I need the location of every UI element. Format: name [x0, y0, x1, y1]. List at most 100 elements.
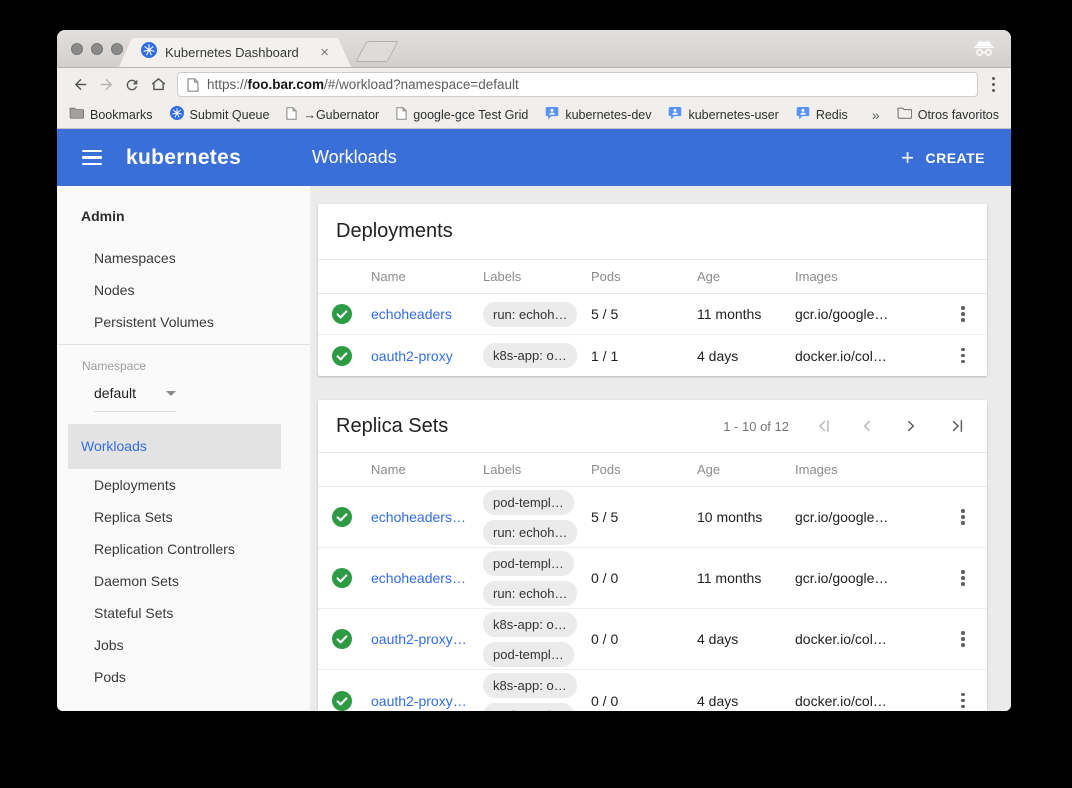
replica-sets-card: Replica Sets 1 - 10 of 12 [318, 400, 987, 711]
forward-icon[interactable] [93, 76, 119, 93]
bookmark-test-grid[interactable]: google-gce Test Grid [396, 107, 528, 123]
replica-set-name-link[interactable]: oauth2-proxy… [366, 693, 478, 709]
pods-count: 5 / 5 [586, 306, 692, 322]
url-domain: foo.bar.com [248, 77, 325, 92]
sidebar-item-namespaces[interactable]: Namespaces [57, 242, 310, 274]
row-menu-icon[interactable] [939, 306, 987, 322]
last-page-icon[interactable] [933, 417, 977, 435]
close-window-button[interactable] [71, 43, 83, 55]
traffic-lights [71, 43, 123, 55]
row-menu-icon[interactable] [939, 509, 987, 525]
create-button[interactable]: + CREATE [901, 149, 985, 167]
sidebar-item-pods[interactable]: Pods [57, 661, 310, 693]
bookmark-kubernetes-dev[interactable]: kubernetes-dev [545, 106, 651, 123]
label-chip: run: echoh… [483, 302, 577, 327]
label-chip: k8s-app: o… [483, 673, 577, 698]
page-icon [396, 107, 407, 123]
reload-icon[interactable] [119, 77, 145, 93]
minimize-window-button[interactable] [91, 43, 103, 55]
bookmark-submit-queue[interactable]: Submit Queue [170, 106, 270, 123]
folder-icon [69, 107, 84, 122]
replica-sets-card-title: Replica Sets [336, 415, 448, 438]
sidebar-item-daemon-sets[interactable]: Daemon Sets [57, 565, 310, 597]
deployment-name-link[interactable]: oauth2-proxy [366, 348, 478, 364]
sidebar-item-replica-sets[interactable]: Replica Sets [57, 501, 310, 533]
bookmarks-overflow-chevron[interactable]: » [872, 107, 880, 123]
browser-tab[interactable]: Kubernetes Dashboard × [119, 38, 351, 67]
bookmark-bookmarks-folder[interactable]: Bookmarks [69, 107, 153, 122]
label-chip: pod-templ… [483, 551, 574, 576]
label-chip: run: echoh… [483, 520, 577, 545]
label-chip: k8s-app: o… [483, 612, 577, 637]
previous-page-icon[interactable] [845, 417, 889, 435]
pods-count: 0 / 0 [586, 693, 692, 709]
namespace-label: Namespace [57, 359, 310, 373]
replica-set-name-link[interactable]: echoheaders… [366, 509, 478, 525]
row-menu-icon[interactable] [939, 693, 987, 709]
images-value: docker.io/col… [790, 348, 939, 364]
age-value: 4 days [692, 693, 790, 709]
sidebar-item-persistent-volumes[interactable]: Persistent Volumes [57, 306, 310, 338]
url-bar[interactable]: https://foo.bar.com/#/workload?namespace… [177, 72, 978, 97]
status-ok-icon [318, 629, 366, 649]
browser-menu-icon[interactable] [986, 73, 1002, 97]
deployments-table-header: Name Labels Pods Age Images [318, 259, 987, 294]
replica-set-name-link[interactable]: echoheaders… [366, 570, 478, 586]
status-ok-icon [318, 568, 366, 588]
images-value: gcr.io/google… [790, 570, 939, 586]
app-content: Admin Namespaces Nodes Persistent Volume… [57, 186, 1011, 711]
sidebar-chapter-admin: Admin [57, 204, 310, 228]
tab-close-icon[interactable]: × [320, 44, 329, 61]
label-chip: pod-templ… [483, 703, 574, 711]
table-row: echoheaders… pod-templ… run: echoh… 0 / … [318, 548, 987, 609]
images-value: gcr.io/google… [790, 306, 939, 322]
deployments-card: Deployments Name Labels Pods Age Images … [318, 204, 987, 376]
zoom-window-button[interactable] [111, 43, 123, 55]
pods-count: 1 / 1 [586, 348, 692, 364]
new-tab-button[interactable] [355, 41, 398, 62]
label-chip: pod-templ… [483, 490, 574, 515]
sidebar-item-stateful-sets[interactable]: Stateful Sets [57, 597, 310, 629]
sidebar-item-nodes[interactable]: Nodes [57, 274, 310, 306]
hamburger-menu-icon[interactable] [82, 150, 102, 166]
replica-sets-table-header: Name Labels Pods Age Images [318, 452, 987, 487]
bookmark-kubernetes-user[interactable]: kubernetes-user [668, 106, 778, 123]
deployments-card-title: Deployments [336, 220, 453, 243]
pagination-range: 1 - 10 of 12 [723, 419, 789, 434]
chevron-down-icon [166, 391, 176, 396]
bookmark-gubernator[interactable]: →Gubernator [286, 107, 379, 123]
replica-set-name-link[interactable]: oauth2-proxy… [366, 631, 478, 647]
namespace-select[interactable]: default [94, 385, 176, 412]
table-row: oauth2-proxy… k8s-app: o… pod-templ… 0 /… [318, 670, 987, 711]
table-row: oauth2-proxy k8s-app: o… 1 / 1 4 days do… [318, 335, 987, 376]
next-page-icon[interactable] [889, 417, 933, 435]
pagination: 1 - 10 of 12 [723, 417, 977, 435]
bookmark-otros-favoritos[interactable]: Otros favoritos [897, 107, 999, 122]
deployment-name-link[interactable]: echoheaders [366, 306, 478, 322]
home-icon[interactable] [145, 76, 171, 93]
pods-count: 0 / 0 [586, 631, 692, 647]
sidebar-item-replication-controllers[interactable]: Replication Controllers [57, 533, 310, 565]
bookmark-redis[interactable]: Redis [796, 106, 848, 123]
page-title: Workloads [312, 147, 397, 168]
row-menu-icon[interactable] [939, 570, 987, 586]
kubernetes-logo: kubernetes [126, 146, 241, 170]
group-chat-icon [545, 106, 559, 123]
browser-window: Kubernetes Dashboard × https://foo.bar.c… [57, 30, 1011, 711]
sidebar-item-jobs[interactable]: Jobs [57, 629, 310, 661]
back-icon[interactable] [67, 76, 93, 93]
sidebar: Admin Namespaces Nodes Persistent Volume… [57, 186, 310, 711]
row-menu-icon[interactable] [939, 348, 987, 364]
browser-toolbar: https://foo.bar.com/#/workload?namespace… [57, 68, 1011, 101]
app-header: kubernetes Workloads + CREATE [57, 129, 1011, 186]
sidebar-item-deployments[interactable]: Deployments [57, 469, 310, 501]
row-menu-icon[interactable] [939, 631, 987, 647]
table-row: echoheaders run: echoh… 5 / 5 11 months … [318, 294, 987, 335]
page-icon [187, 78, 199, 92]
plus-icon: + [901, 149, 914, 167]
age-value: 10 months [692, 509, 790, 525]
sidebar-item-workloads[interactable]: Workloads [68, 424, 281, 469]
group-chat-icon [668, 106, 682, 123]
first-page-icon[interactable] [801, 417, 845, 435]
images-value: docker.io/col… [790, 631, 939, 647]
